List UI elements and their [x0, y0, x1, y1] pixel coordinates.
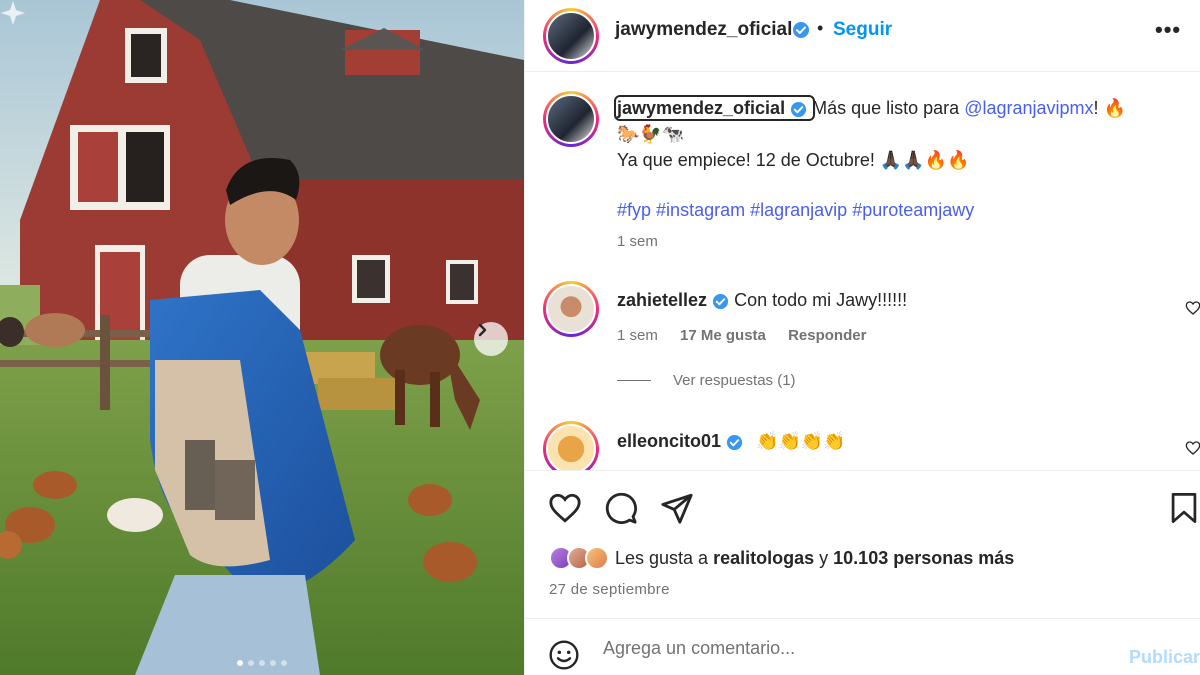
- view-replies[interactable]: Ver respuestas (1): [617, 372, 1157, 389]
- hashtag-link[interactable]: #lagranjavip: [750, 200, 847, 220]
- comment-meta: 1 sem 17 Me gusta Responder: [617, 327, 1157, 344]
- carousel-dot[interactable]: [237, 660, 243, 666]
- heart-icon[interactable]: [548, 491, 582, 525]
- verified-icon: [791, 101, 807, 117]
- publish-button[interactable]: Publicar: [1129, 647, 1200, 668]
- carousel-dot[interactable]: [259, 660, 265, 666]
- comment-input[interactable]: [603, 633, 1103, 663]
- comment-text: Con todo mi Jawy!!!!!!: [734, 290, 908, 310]
- caption-emojis: 🐎🐓🐄: [617, 124, 685, 144]
- avatar[interactable]: [543, 281, 599, 337]
- post-date: 27 de septiembre: [549, 581, 670, 598]
- likes-user[interactable]: realitologas: [713, 548, 814, 569]
- carousel-dot[interactable]: [248, 660, 254, 666]
- avatar[interactable]: [543, 421, 599, 470]
- post-panel: jawymendez_oficial • Seguir ••• jawymend…: [524, 0, 1200, 675]
- avatar: [585, 546, 609, 570]
- avatar[interactable]: [543, 91, 599, 147]
- heart-icon[interactable]: [1185, 300, 1200, 316]
- comment-composer: Publicar: [525, 618, 1200, 675]
- comment-text: 👏👏👏👏: [756, 431, 846, 451]
- comment-username[interactable]: elleoncito01: [617, 431, 721, 451]
- likes-middle: y: [819, 547, 829, 568]
- comment-item: elleoncito01 👏👏👏👏: [617, 428, 1157, 454]
- verified-icon: [713, 293, 729, 309]
- caption-hashtags: #fyp #instagram #lagranjavip #puroteamja…: [617, 197, 1177, 223]
- caption-username[interactable]: jawymendez_oficial: [617, 98, 785, 118]
- hashtag-link[interactable]: #puroteamjawy: [852, 200, 974, 220]
- verified-icon: [727, 434, 743, 450]
- sparkle-icon: [1, 1, 25, 25]
- post-photo: [0, 0, 524, 675]
- comments-list: jawymendez_oficial Más que listo para @l…: [525, 73, 1200, 470]
- comment-likes[interactable]: 17 Me gusta: [680, 327, 766, 344]
- hashtag-link[interactable]: #instagram: [656, 200, 745, 220]
- carousel-dots: [0, 660, 524, 666]
- caption-mention[interactable]: @lagranjavipmx: [964, 98, 1093, 118]
- bookmark-icon[interactable]: [1169, 491, 1199, 525]
- view-replies-label[interactable]: Ver respuestas (1): [673, 372, 796, 389]
- post-header: jawymendez_oficial • Seguir •••: [525, 0, 1200, 72]
- caption-time: 1 sem: [617, 233, 658, 250]
- comment-icon[interactable]: [604, 491, 638, 525]
- follow-button[interactable]: Seguir: [833, 19, 892, 41]
- share-icon[interactable]: [660, 491, 694, 525]
- more-icon[interactable]: •••: [1155, 17, 1181, 43]
- caption-text-end: ! 🔥: [1093, 98, 1126, 118]
- reply-button[interactable]: Responder: [788, 327, 866, 344]
- caption: jawymendez_oficial Más que listo para @l…: [613, 95, 1177, 250]
- likes-summary: Les gusta a realitologas y 10.103 person…: [549, 546, 1014, 570]
- comment-time: 1 sem: [617, 327, 658, 344]
- avatar[interactable]: [543, 8, 599, 64]
- hashtag-link[interactable]: #fyp: [617, 200, 651, 220]
- author-username[interactable]: jawymendez_oficial: [615, 19, 792, 41]
- emoji-icon[interactable]: [548, 639, 580, 671]
- farm-photo: [0, 0, 524, 675]
- carousel-next-button[interactable]: [474, 322, 508, 356]
- carousel-dot[interactable]: [281, 660, 287, 666]
- chevron-right-icon: [478, 323, 487, 337]
- comment-username[interactable]: zahietellez: [617, 290, 707, 310]
- caption-text: Más que listo para: [812, 98, 960, 118]
- carousel-dot[interactable]: [270, 660, 276, 666]
- likes-prefix: Les gusta a: [615, 547, 709, 568]
- separator: •: [817, 18, 824, 38]
- post-actions: Les gusta a realitologas y 10.103 person…: [525, 470, 1200, 675]
- comment-item: zahietellez Con todo mi Jawy!!!!!! 1 sem…: [617, 287, 1157, 389]
- likes-count[interactable]: 10.103 personas más: [833, 548, 1014, 569]
- heart-icon[interactable]: [1185, 440, 1200, 456]
- caption-line: Ya que empiece! 12 de Octubre! 🙏🏿🙏🏿🔥🔥: [617, 150, 970, 170]
- verified-icon: [793, 22, 809, 38]
